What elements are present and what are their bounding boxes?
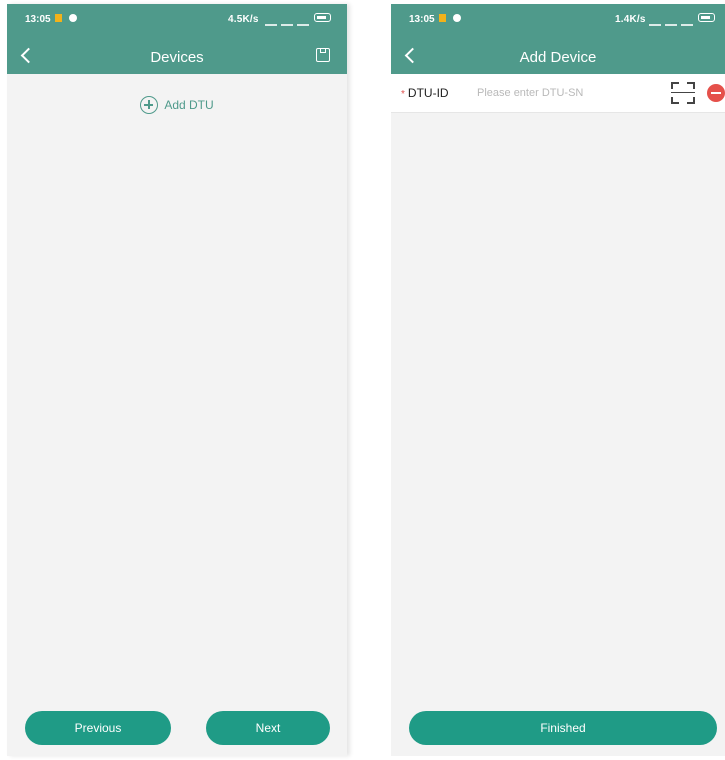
wifi-icon bbox=[681, 15, 693, 26]
plus-circle-icon bbox=[140, 96, 159, 114]
app-bar: 13:05 4.5K/s Devices bbox=[7, 4, 347, 74]
dtu-sn-input[interactable] bbox=[477, 82, 647, 104]
battery-icon bbox=[314, 13, 331, 22]
notification-flag-icon bbox=[55, 14, 62, 22]
wifi-icon bbox=[297, 15, 309, 26]
next-button[interactable]: Next bbox=[206, 711, 330, 745]
devices-screen: 13:05 4.5K/s Devices Add DTU Previous Ne… bbox=[7, 4, 347, 756]
required-mark: * bbox=[401, 89, 405, 100]
app-bar: 13:05 1.4K/s Add Device bbox=[391, 4, 725, 74]
notification-flag-icon bbox=[439, 14, 446, 22]
status-time: 13:05 bbox=[409, 14, 435, 25]
network-speed: 1.4K/s bbox=[615, 14, 646, 25]
finished-button[interactable]: Finished bbox=[409, 711, 717, 745]
previous-button[interactable]: Previous bbox=[25, 711, 171, 745]
signal-icon bbox=[281, 15, 293, 26]
add-device-screen: 13:05 1.4K/s Add Device *DTU-ID Finished bbox=[391, 4, 725, 756]
remove-icon[interactable] bbox=[707, 84, 725, 102]
network-speed: 4.5K/s bbox=[228, 14, 259, 25]
dtu-id-row: * DTU-ID bbox=[391, 74, 725, 113]
alarm-icon bbox=[649, 15, 661, 26]
save-icon[interactable] bbox=[316, 48, 330, 62]
dtu-id-label: * DTU-ID bbox=[401, 86, 449, 100]
add-dtu-button[interactable]: Add DTU bbox=[7, 96, 347, 114]
page-title: Devices bbox=[150, 49, 204, 66]
battery-icon bbox=[698, 13, 715, 22]
app-notification-icon bbox=[453, 14, 461, 22]
dtu-id-label-text: DTU-ID bbox=[407, 86, 449, 100]
alarm-icon bbox=[265, 15, 277, 26]
add-dtu-label: Add DTU bbox=[164, 98, 214, 112]
page-title: Add Device bbox=[519, 49, 597, 66]
status-bar: 13:05 4.5K/s bbox=[7, 4, 347, 34]
scan-icon[interactable] bbox=[671, 82, 695, 104]
status-time: 13:05 bbox=[25, 14, 51, 25]
status-bar: 13:05 1.4K/s bbox=[391, 4, 725, 34]
app-notification-icon bbox=[69, 14, 77, 22]
signal-icon bbox=[665, 15, 677, 26]
